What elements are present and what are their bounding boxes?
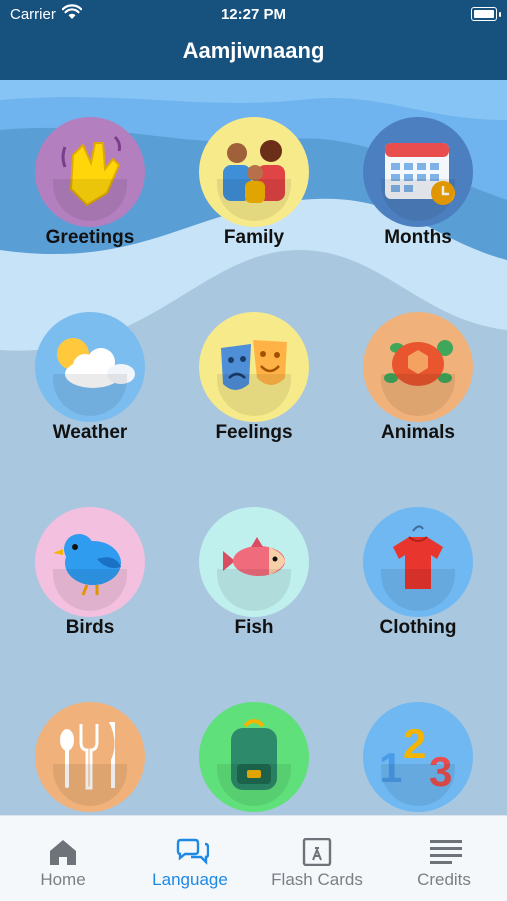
- page-title: Aamjiwnaang: [182, 38, 325, 63]
- category-label: Clothing: [379, 617, 457, 638]
- category-animals[interactable]: Animals: [348, 312, 488, 462]
- calendar-icon: [363, 117, 473, 227]
- numbers-icon: 1 2 3: [363, 702, 473, 812]
- category-birds[interactable]: Birds: [20, 507, 160, 657]
- tab-label: Language: [152, 870, 228, 889]
- category-label: Greetings: [45, 227, 135, 248]
- category-label: Animals: [381, 422, 455, 443]
- category-label: Birds: [65, 617, 115, 638]
- category-months[interactable]: Months: [348, 117, 488, 267]
- tab-label: Flash Cards: [271, 870, 363, 889]
- category-fish[interactable]: Fish: [184, 507, 324, 657]
- category-label: Fish: [234, 617, 274, 638]
- category-greetings[interactable]: Greetings: [20, 117, 160, 267]
- fish-icon: [199, 507, 309, 617]
- category-school[interactable]: [184, 702, 324, 815]
- tab-home[interactable]: Home: [0, 816, 126, 901]
- category-feelings[interactable]: Feelings: [184, 312, 324, 462]
- waving-hand-icon: [35, 117, 145, 227]
- flash-card-icon: [302, 838, 332, 866]
- category-family[interactable]: Family: [184, 117, 324, 267]
- family-icon: [199, 117, 309, 227]
- tab-label: Home: [40, 870, 86, 889]
- turtle-icon: [363, 312, 473, 422]
- tab-credits[interactable]: Credits: [381, 816, 507, 901]
- category-grid[interactable]: Greetings Family Months Weather Feelings…: [0, 80, 507, 815]
- utensils-icon: [35, 702, 145, 812]
- category-clothing[interactable]: Clothing: [348, 507, 488, 657]
- category-label: Weather: [52, 422, 128, 443]
- shirt-icon: [363, 507, 473, 617]
- app-header: Carrier 12:27 PM Aamjiwnaang: [0, 0, 507, 80]
- tab-bar: Home Language Flash Cards Credits: [0, 815, 507, 901]
- category-food[interactable]: [20, 702, 160, 815]
- category-numbers[interactable]: 1 2 3: [348, 702, 488, 815]
- theater-masks-icon: [199, 312, 309, 422]
- home-icon: [50, 840, 76, 865]
- battery-icon: [471, 7, 501, 21]
- chat-bubbles-icon: [176, 838, 209, 865]
- category-label: Months: [384, 227, 452, 248]
- bird-icon: [35, 507, 145, 617]
- svg-text:2: 2: [403, 720, 426, 767]
- tab-flash-cards[interactable]: Flash Cards: [254, 816, 380, 901]
- category-weather[interactable]: Weather: [20, 312, 160, 462]
- backpack-icon: [199, 702, 309, 812]
- list-icon: [430, 840, 462, 864]
- category-label: Feelings: [215, 422, 293, 443]
- status-bar: Carrier 12:27 PM: [10, 4, 501, 24]
- sun-cloud-icon: [35, 312, 145, 422]
- category-label: Family: [223, 227, 285, 248]
- tab-label: Credits: [417, 870, 471, 889]
- clock-time: 12:27 PM: [220, 6, 287, 23]
- tab-language[interactable]: Language: [127, 816, 253, 901]
